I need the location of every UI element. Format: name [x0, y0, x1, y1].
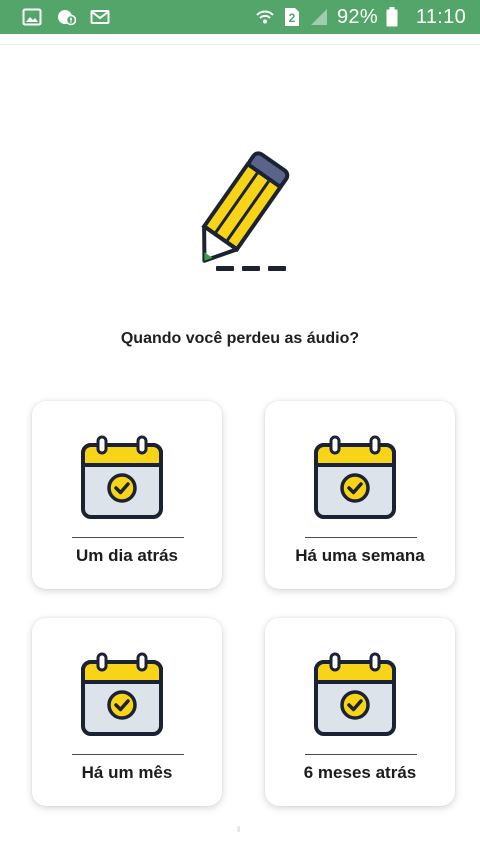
mail-icon [90, 10, 110, 24]
status-left [22, 8, 110, 26]
status-bar: 2 92% 11:10 [0, 0, 480, 34]
option-card-one-week-ago[interactable]: Há uma semana [265, 401, 455, 589]
option-label: Há um mês [81, 763, 173, 782]
calendar-check-icon [81, 652, 163, 736]
option-label: 6 meses atrás [303, 763, 417, 782]
calendar-check-icon [314, 652, 396, 736]
svg-text:2: 2 [289, 11, 296, 25]
card-divider [305, 754, 417, 755]
card-divider [72, 537, 184, 538]
option-label: Há uma semana [295, 546, 425, 565]
calendar-check-icon [81, 435, 163, 519]
status-right: 2 92% 11:10 [255, 6, 466, 29]
card-divider [72, 754, 184, 755]
signal-icon [310, 9, 327, 25]
card-divider [305, 537, 417, 538]
image-icon [22, 8, 42, 26]
battery-percentage: 92% [336, 5, 378, 28]
pencil-icon [201, 151, 290, 271]
wifi-icon [256, 10, 274, 24]
scroll-indicator [237, 826, 240, 832]
chat-notification-icon [58, 10, 76, 26]
sim-2-icon: 2 [284, 8, 299, 26]
option-card-six-months-ago[interactable]: 6 meses atrás [265, 618, 455, 806]
question-text: Quando você perdeu as áudio? [120, 330, 360, 347]
calendar-check-icon [314, 435, 396, 519]
option-card-one-day-ago[interactable]: Um dia atrás [32, 401, 222, 589]
option-label: Um dia atrás [75, 546, 179, 565]
battery-icon [386, 7, 398, 27]
option-card-one-month-ago[interactable]: Há um mês [32, 618, 222, 806]
clock: 11:10 [415, 5, 466, 28]
header-divider [0, 44, 480, 45]
